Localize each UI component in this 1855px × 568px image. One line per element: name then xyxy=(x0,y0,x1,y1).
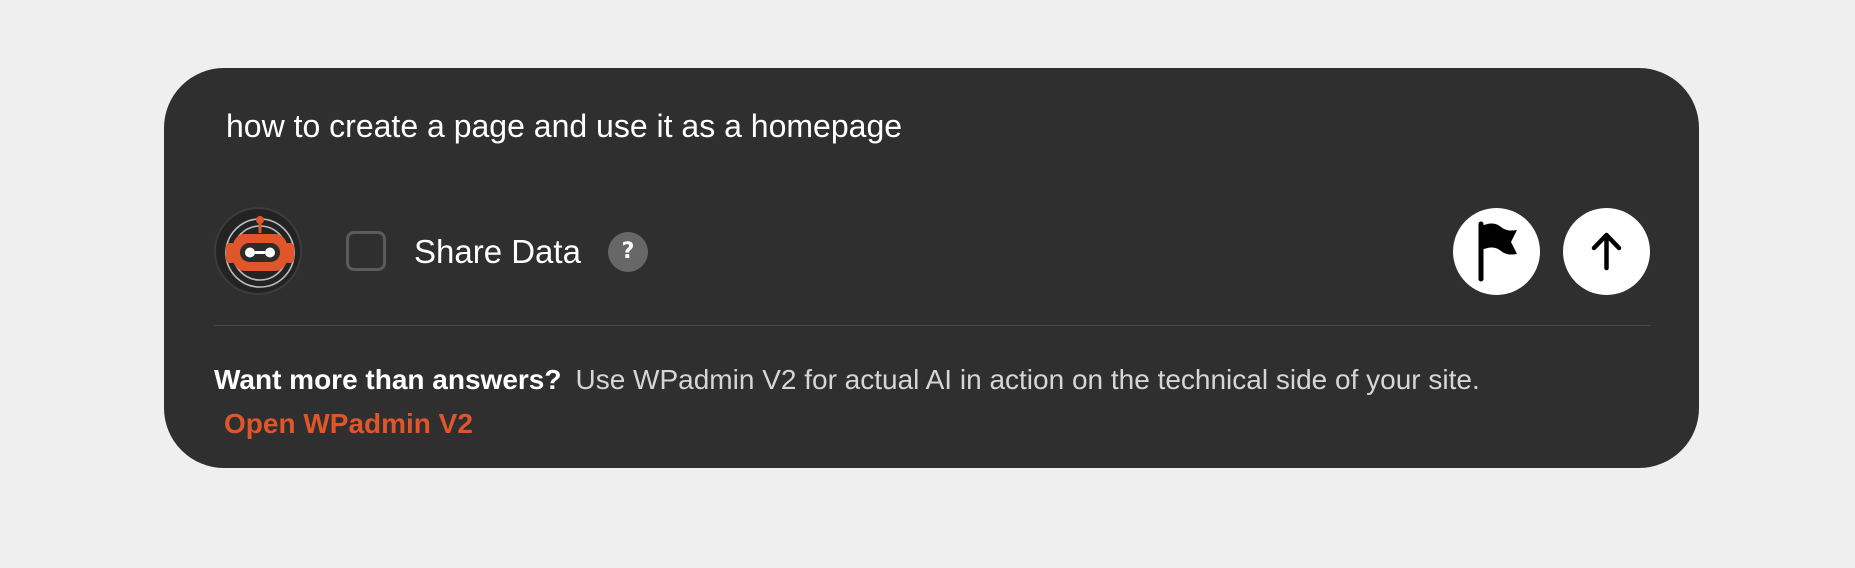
flag-icon xyxy=(1478,221,1517,282)
send-button[interactable] xyxy=(1563,208,1650,295)
flag-button[interactable] xyxy=(1453,208,1540,295)
banner-description: Use WPadmin V2 for actual AI in action o… xyxy=(575,364,1480,395)
share-data-checkbox[interactable] xyxy=(346,231,386,271)
share-data-label[interactable]: Share Data xyxy=(414,230,581,274)
divider xyxy=(214,325,1651,326)
query-input[interactable]: how to create a page and use it as a hom… xyxy=(226,104,1626,148)
robot-icon xyxy=(225,216,295,288)
robot-avatar xyxy=(214,207,302,295)
banner-heading: Want more than answers? xyxy=(214,364,562,395)
help-icon[interactable]: ? xyxy=(608,232,648,272)
arrow-up-icon xyxy=(1591,232,1622,271)
chat-composer-panel: how to create a page and use it as a hom… xyxy=(164,68,1699,468)
open-wpadmin-v2-link[interactable]: Open WPadmin V2 xyxy=(224,402,473,446)
upgrade-banner: Want more than answers? Use WPadmin V2 fo… xyxy=(214,358,1674,446)
